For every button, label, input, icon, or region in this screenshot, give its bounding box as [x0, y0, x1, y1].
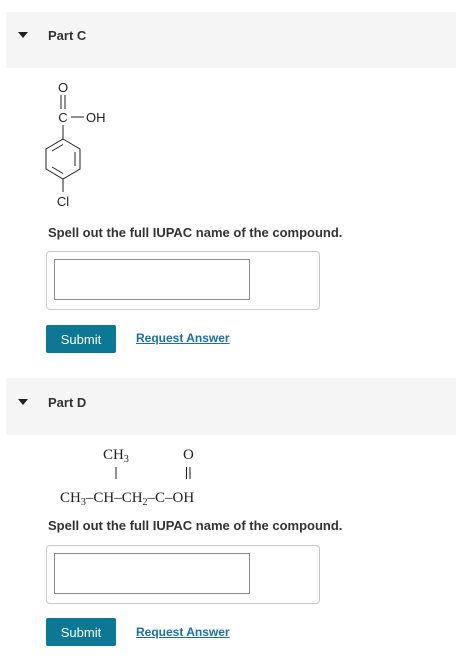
- oxygen-label: O: [58, 80, 68, 95]
- part-d-prompt: Spell out the full IUPAC name of the com…: [48, 518, 343, 533]
- part-c-structure: O C OH Cl: [45, 80, 106, 209]
- part-c-submit-button[interactable]: Submit: [46, 325, 116, 353]
- part-d-answer-input[interactable]: [54, 553, 250, 594]
- part-c-request-answer-link[interactable]: Request Answer: [136, 331, 230, 345]
- part-c-answer-box: [46, 251, 320, 310]
- part-d-answer-box: [46, 545, 320, 604]
- chlorine-label: Cl: [57, 194, 69, 209]
- collapse-caret-icon[interactable]: [18, 32, 28, 38]
- part-d-title: Part D: [48, 395, 87, 410]
- part-d-request-answer-link[interactable]: Request Answer: [136, 625, 230, 639]
- carbonyl-oxygen-label: O: [183, 447, 194, 463]
- part-c-title: Part C: [48, 28, 87, 43]
- part-c-answer-input[interactable]: [54, 259, 250, 300]
- part-c-prompt: Spell out the full IUPAC name of the com…: [48, 225, 343, 240]
- part-d-structure: CH3 O CH3–CH–CH2–C–OH: [60, 447, 194, 508]
- part-d-submit-button[interactable]: Submit: [46, 618, 116, 646]
- main-chain: CH3–CH–CH2–C–OH: [60, 490, 194, 508]
- carboxyl-carbon-label: C: [58, 110, 67, 125]
- branch-ch3-label: CH3: [103, 447, 129, 465]
- collapse-caret-icon[interactable]: [18, 399, 28, 405]
- hydroxyl-label: OH: [86, 110, 106, 125]
